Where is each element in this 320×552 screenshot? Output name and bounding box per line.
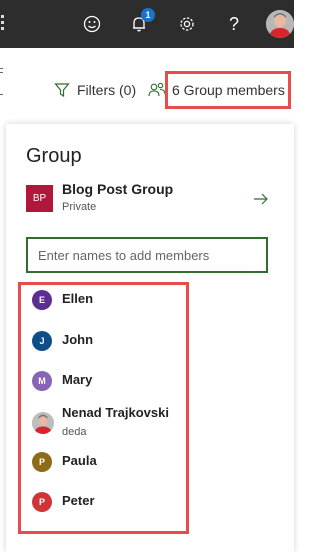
member-name: Ellen [62, 291, 94, 306]
member-subtitle: deda [62, 426, 87, 438]
list-item[interactable]: P Paula [32, 450, 97, 474]
member-name: John [62, 332, 94, 347]
avatar: P [32, 492, 52, 512]
left-nav-edge [0, 48, 6, 128]
list-item[interactable]: M Mary [32, 369, 92, 393]
app-launcher-icon[interactable] [0, 12, 6, 36]
people-icon [148, 82, 166, 97]
member-name: Peter [62, 493, 95, 508]
group-name: Blog Post Group [62, 181, 174, 197]
avatar: P [32, 452, 52, 472]
member-name: Nenad Trajkovski [62, 405, 169, 420]
filters-label: Filters (0) [77, 82, 137, 98]
avatar: M [32, 371, 52, 391]
smiley-icon[interactable] [80, 12, 104, 36]
gear-icon[interactable] [175, 12, 199, 36]
avatar: E [32, 290, 52, 310]
avatar: J [32, 331, 52, 351]
user-avatar[interactable] [266, 10, 294, 38]
filter-icon [54, 83, 70, 98]
arrow-right-icon[interactable] [252, 190, 270, 208]
avatar [32, 412, 54, 434]
member-name: Paula [62, 453, 97, 468]
list-item[interactable]: P Peter [32, 490, 95, 514]
list-item[interactable]: J John [32, 329, 93, 353]
help-icon[interactable]: ? [222, 12, 246, 36]
add-members-input[interactable] [26, 237, 268, 273]
member-name: Mary [62, 372, 93, 387]
filters-button[interactable]: Filters (0) [54, 80, 136, 100]
group-logo: BP [26, 185, 53, 212]
panel-title: Group [26, 145, 82, 167]
group-privacy: Private [62, 201, 97, 213]
list-item[interactable]: Nenad Trajkovski deda [32, 405, 169, 441]
members-highlight-box [165, 71, 291, 109]
notification-count-badge: 1 [141, 8, 155, 22]
list-item[interactable]: E Ellen [32, 288, 93, 312]
suite-header: 1 ? [0, 0, 294, 48]
